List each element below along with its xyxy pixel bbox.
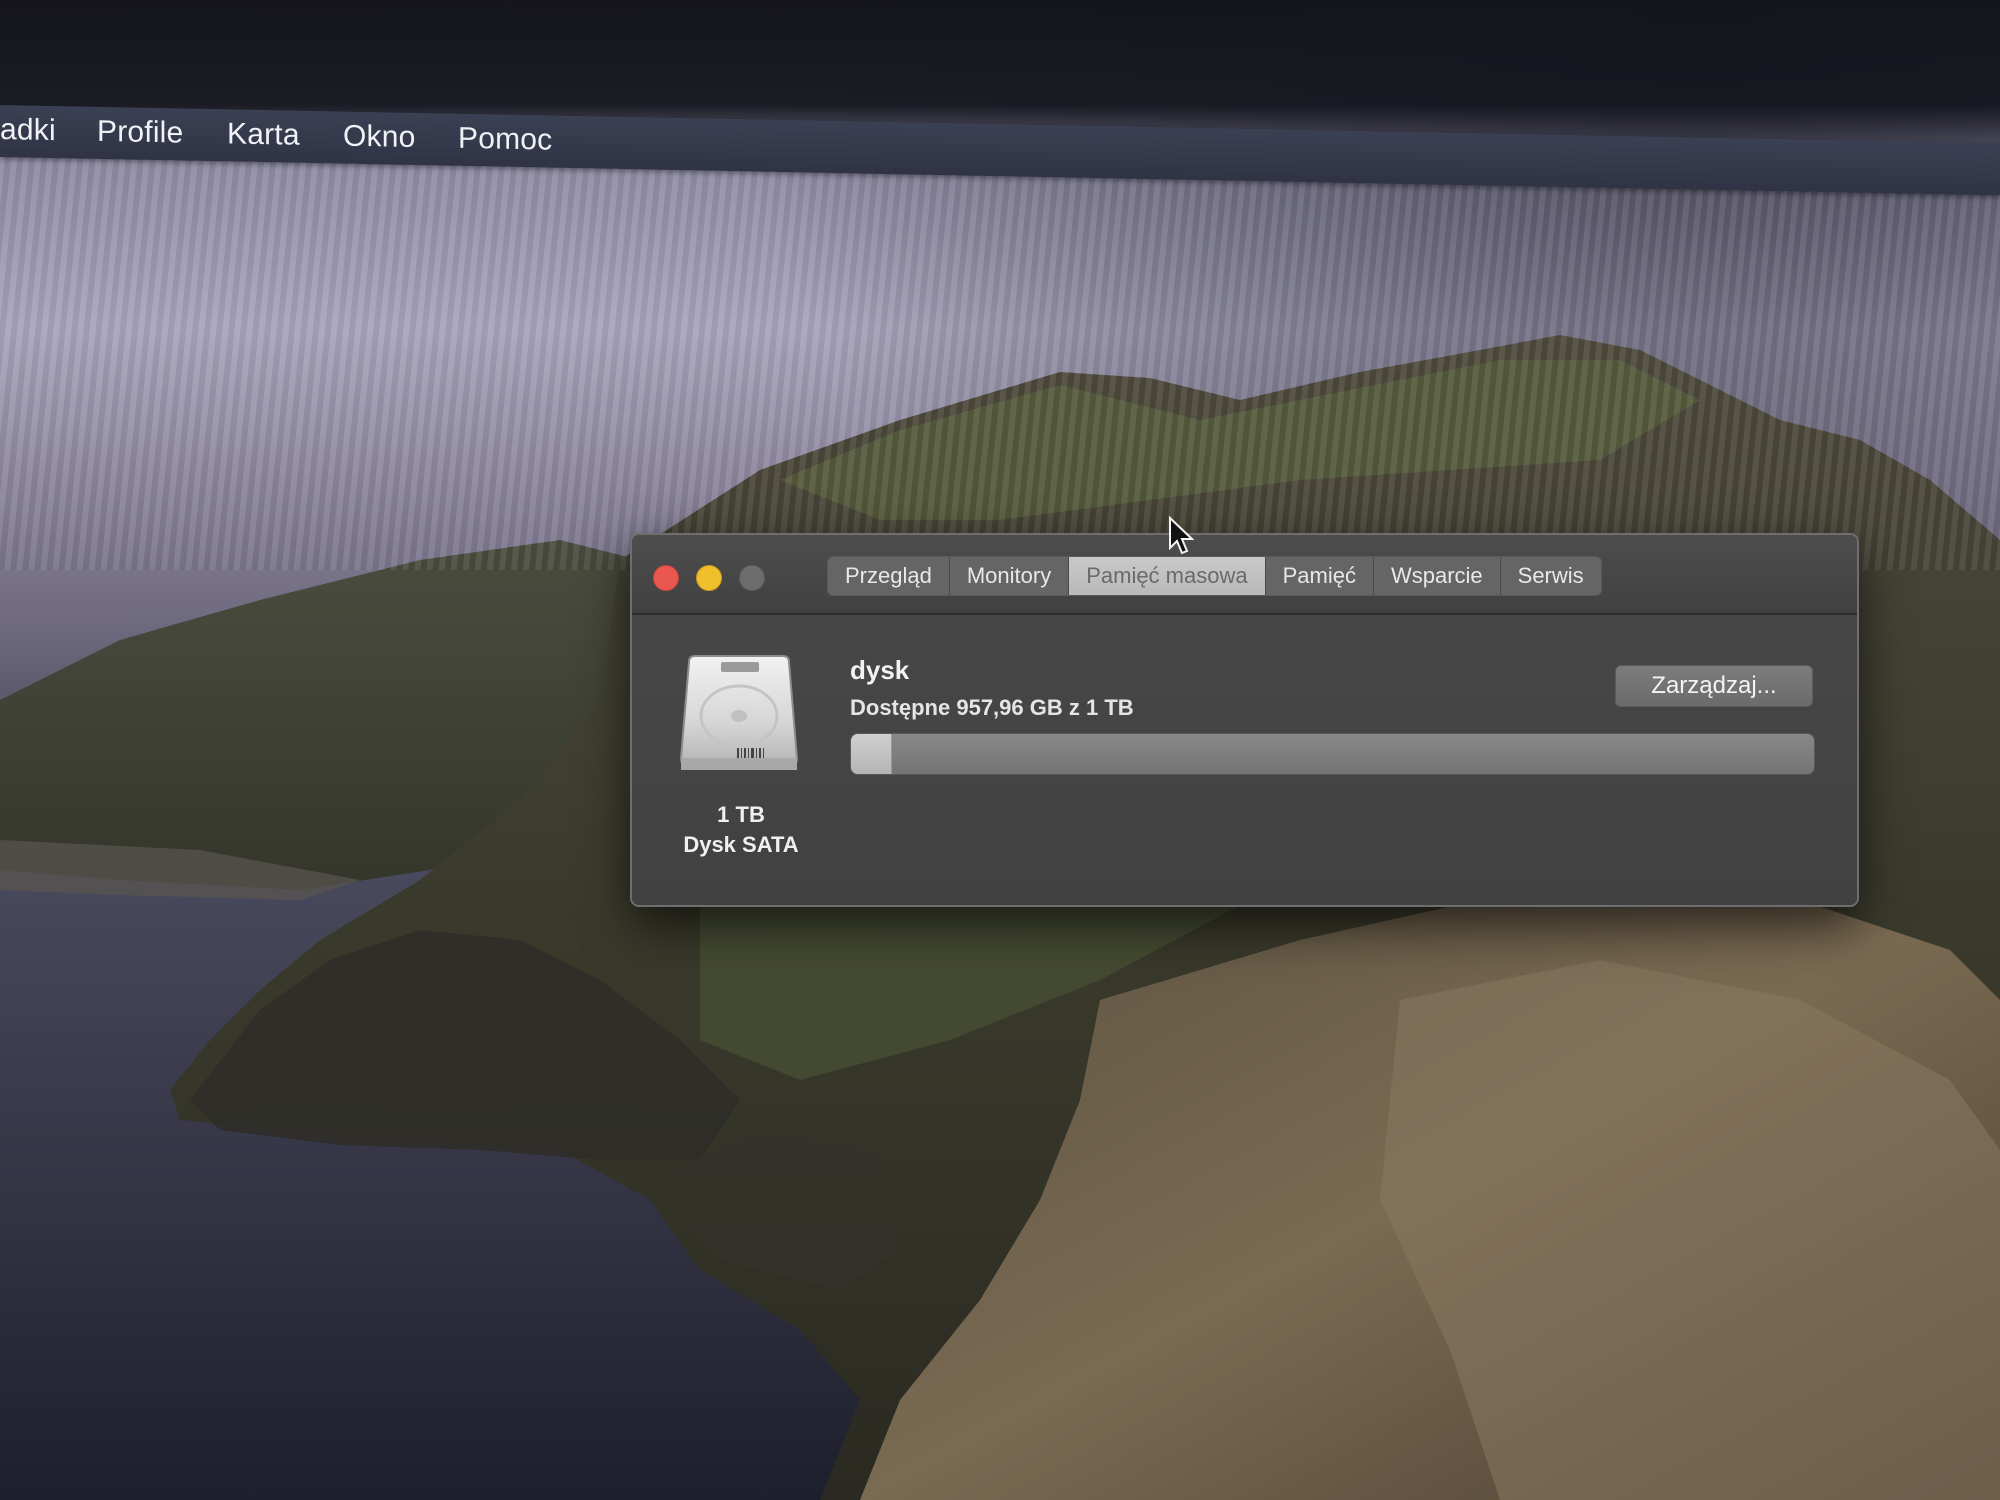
menu-item-okno[interactable]: Okno xyxy=(343,120,416,155)
volume-name: dysk xyxy=(850,655,910,685)
hard-drive-icon xyxy=(679,655,799,770)
menu-item-profile[interactable]: Profile xyxy=(97,115,183,151)
menu-item-pomoc[interactable]: Pomoc xyxy=(458,122,552,158)
tab-pamiec-masowa[interactable]: Pamięć masowa xyxy=(1069,557,1266,595)
zoom-window-button xyxy=(739,565,765,591)
disk-type-label: Dysk SATA xyxy=(683,832,799,857)
window-titlebar: Przegląd Monitory Pamięć masowa Pamięć W… xyxy=(632,535,1857,615)
tab-monitory[interactable]: Monitory xyxy=(949,557,1070,595)
close-window-button[interactable] xyxy=(653,565,679,591)
tab-serwis[interactable]: Serwis xyxy=(1500,557,1601,595)
minimize-window-button[interactable] xyxy=(696,565,722,591)
arrow-pointer-icon xyxy=(1169,516,1194,555)
tab-przeglad[interactable]: Przegląd xyxy=(828,557,950,595)
storage-used-segment xyxy=(851,734,893,774)
volume-available-text: Dostępne 957,96 GB z 1 TB xyxy=(850,695,1134,720)
tab-wsparcie[interactable]: Wsparcie xyxy=(1373,557,1501,595)
storage-panel: 1 TB Dysk SATA dysk Dostępne 957,96 GB z… xyxy=(632,615,1857,905)
menu-item-ustawienia[interactable]: adki xyxy=(0,113,56,148)
desktop: adki Profile Karta Okno Pomoc Przegląd M… xyxy=(0,0,2000,1500)
manage-storage-button[interactable]: Zarządzaj... xyxy=(1615,665,1813,707)
menu-item-karta[interactable]: Karta xyxy=(227,117,300,152)
tab-pamiec[interactable]: Pamięć xyxy=(1265,557,1374,595)
storage-usage-bar xyxy=(850,733,1815,775)
disk-capacity-label: 1 TB xyxy=(717,802,765,827)
about-this-mac-window: Przegląd Monitory Pamięć masowa Pamięć W… xyxy=(630,533,1859,907)
tab-bar: Przegląd Monitory Pamięć masowa Pamięć W… xyxy=(827,556,1602,596)
